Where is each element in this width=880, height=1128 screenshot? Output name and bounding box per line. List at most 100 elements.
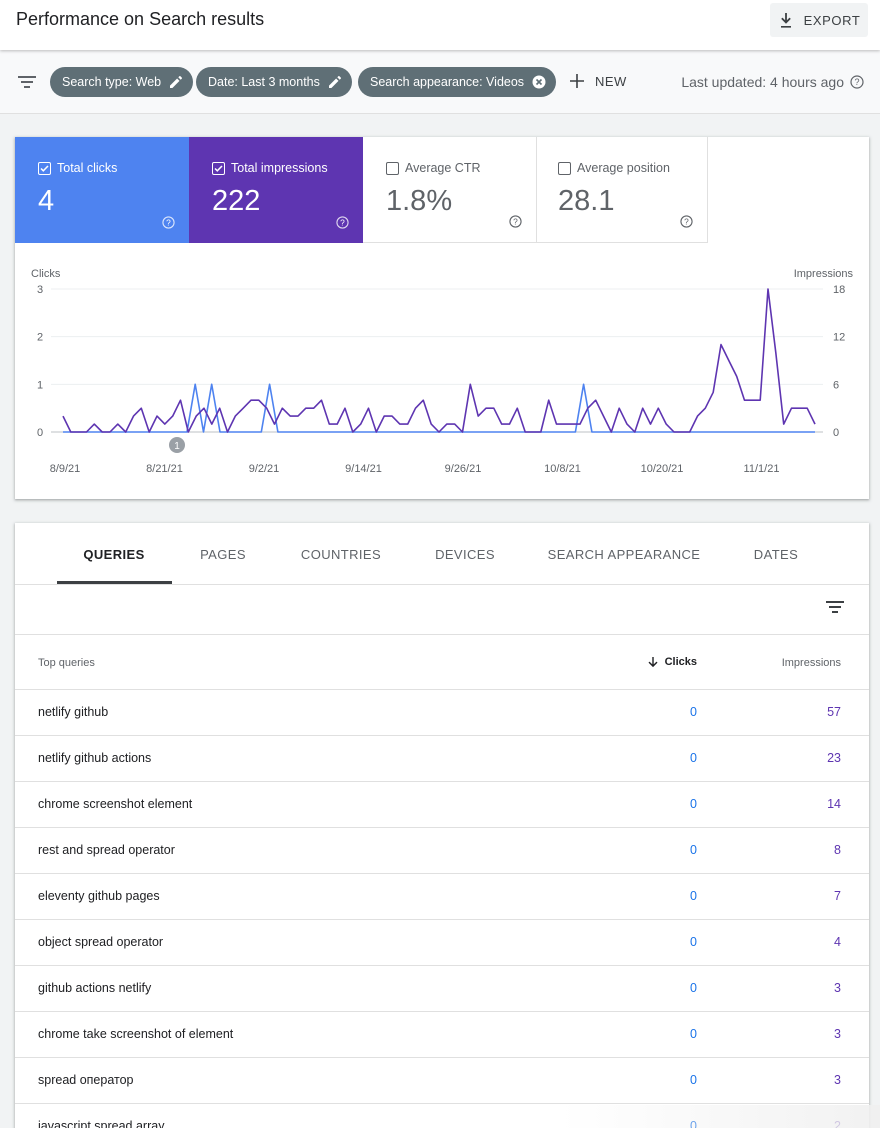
- checkbox-unchecked-icon[interactable]: [558, 161, 571, 175]
- query-cell: javascript spread array: [38, 1119, 165, 1128]
- export-button[interactable]: EXPORT: [770, 3, 868, 37]
- svg-text:?: ?: [166, 217, 171, 227]
- tab-dates[interactable]: DATES: [754, 547, 798, 562]
- column-header-label: Clicks: [664, 656, 697, 668]
- tab-queries[interactable]: QUERIES: [83, 547, 144, 562]
- dimension-tabs: QUERIES PAGES COUNTRIES DEVICES SEARCH A…: [15, 523, 869, 585]
- tab-devices[interactable]: DEVICES: [435, 547, 495, 562]
- clicks-cell: 0: [690, 705, 697, 719]
- x-tick-label: 9/14/21: [345, 463, 382, 475]
- chip-label: Search type: Web: [62, 75, 162, 89]
- checkbox-checked-icon[interactable]: [38, 161, 51, 175]
- metric-label-row: Total impressions: [212, 161, 328, 175]
- clicks-cell: 0: [690, 981, 697, 995]
- impressions-cell: 14: [827, 797, 841, 811]
- impressions-cell: 8: [834, 843, 841, 857]
- x-tick-label: 10/8/21: [544, 463, 581, 475]
- metric-label-row: Average CTR: [386, 161, 481, 175]
- y-tick-left: 1: [37, 379, 43, 391]
- page-title: Performance on Search results: [16, 9, 265, 29]
- table-row[interactable]: chrome screenshot element 0 14: [15, 782, 869, 828]
- annotation-label: 1: [174, 441, 180, 452]
- table-header: Top queries Clicks Impressions: [15, 635, 869, 690]
- metric-average-position[interactable]: Average position 28.1 ?: [535, 137, 708, 243]
- metric-label: Total impressions: [231, 161, 328, 175]
- clicks-cell: 0: [690, 935, 697, 949]
- column-header-queries[interactable]: Top queries: [38, 657, 95, 669]
- filter-bar: Search type: Web Date: Last 3 months Sea…: [0, 50, 880, 114]
- table-row[interactable]: spread оператор 0 3: [15, 1058, 869, 1104]
- column-header-clicks[interactable]: Clicks: [647, 656, 697, 668]
- chip-label: Date: Last 3 months: [208, 75, 320, 89]
- close-circle-icon[interactable]: [532, 75, 546, 89]
- impressions-cell: 3: [834, 1027, 841, 1041]
- table-row[interactable]: chrome take screenshot of element 0 3: [15, 1012, 869, 1058]
- impressions-cell: 57: [827, 705, 841, 719]
- clicks-cell: 0: [690, 843, 697, 857]
- column-header-impressions[interactable]: Impressions: [782, 657, 841, 669]
- table-row[interactable]: eleventy github pages 0 7: [15, 874, 869, 920]
- metric-total-impressions[interactable]: Total impressions 222 ?: [189, 137, 363, 243]
- metric-average-ctr[interactable]: Average CTR 1.8% ?: [363, 137, 537, 243]
- pencil-icon[interactable]: [328, 75, 342, 89]
- query-cell: spread оператор: [38, 1073, 134, 1087]
- filter-chip-date[interactable]: Date: Last 3 months: [196, 67, 352, 97]
- y-tick-right: 6: [833, 379, 839, 391]
- bottom-fade: [560, 1105, 880, 1128]
- metric-label-row: Total clicks: [38, 161, 117, 175]
- checkbox-unchecked-icon[interactable]: [386, 161, 399, 175]
- x-tick-label: 9/2/21: [249, 463, 280, 475]
- filter-chip-search-appearance[interactable]: Search appearance: Videos: [358, 67, 557, 97]
- help-icon[interactable]: ?: [336, 216, 349, 229]
- svg-text:?: ?: [513, 216, 518, 226]
- svg-text:?: ?: [340, 217, 345, 227]
- clicks-cell: 0: [690, 797, 697, 811]
- help-icon[interactable]: ?: [509, 215, 522, 228]
- filter-icon[interactable]: [18, 75, 36, 89]
- help-icon[interactable]: ?: [850, 75, 864, 89]
- y-tick-left: 0: [37, 427, 43, 439]
- y-axis-right-title: Impressions: [794, 268, 854, 280]
- tab-countries[interactable]: COUNTRIES: [301, 547, 381, 562]
- active-tab-indicator: [57, 581, 172, 584]
- table-row[interactable]: netlify github 0 57: [15, 690, 869, 736]
- clicks-cell: 0: [690, 751, 697, 765]
- help-icon[interactable]: ?: [680, 215, 693, 228]
- performance-chart-card: Total clicks 4 ? Total impressions 222 ?…: [15, 137, 869, 499]
- query-cell: chrome screenshot element: [38, 797, 193, 811]
- table-row[interactable]: netlify github actions 0 23: [15, 736, 869, 782]
- filter-icon[interactable]: [826, 600, 844, 614]
- filter-chip-search-type[interactable]: Search type: Web: [50, 67, 194, 97]
- x-tick-label: 8/21/21: [146, 463, 183, 475]
- tab-search-appearance[interactable]: SEARCH APPEARANCE: [548, 547, 701, 562]
- query-cell: netlify github actions: [38, 751, 152, 765]
- pencil-icon[interactable]: [169, 75, 183, 89]
- metric-value: 222: [212, 185, 261, 217]
- table-row[interactable]: github actions netlify 0 3: [15, 966, 869, 1012]
- y-tick-left: 3: [37, 284, 43, 296]
- plus-icon: [570, 74, 584, 88]
- y-tick-left: 2: [37, 332, 43, 344]
- help-icon[interactable]: ?: [162, 216, 175, 229]
- impressions-cell: 23: [827, 751, 841, 765]
- x-tick-label: 8/9/21: [50, 463, 81, 475]
- table-row[interactable]: rest and spread operator 0 8: [15, 828, 869, 874]
- queries-table-card: QUERIES PAGES COUNTRIES DEVICES SEARCH A…: [15, 523, 869, 1128]
- metric-total-clicks[interactable]: Total clicks 4 ?: [15, 137, 189, 243]
- impressions-cell: 7: [834, 889, 841, 903]
- y-tick-right: 0: [833, 427, 839, 439]
- new-filter-button[interactable]: NEW: [569, 73, 627, 89]
- metric-label: Average position: [577, 161, 670, 175]
- tab-pages[interactable]: PAGES: [200, 547, 246, 562]
- performance-line-chart[interactable]: Clicks Impressions 3 18 2 12 1 6 0 0 8/9/21 8/21/21…: [15, 257, 869, 493]
- clicks-cell: 0: [690, 889, 697, 903]
- query-cell: object spread operator: [38, 935, 164, 949]
- last-updated-text: Last updated: 4 hours ago: [681, 74, 844, 90]
- checkbox-checked-icon[interactable]: [212, 161, 225, 175]
- svg-text:?: ?: [684, 216, 689, 226]
- query-cell: netlify github: [38, 705, 109, 719]
- new-label: NEW: [595, 73, 627, 89]
- query-cell: chrome take screenshot of element: [38, 1027, 234, 1041]
- table-row[interactable]: object spread operator 0 4: [15, 920, 869, 966]
- y-axis-left-title: Clicks: [31, 268, 61, 280]
